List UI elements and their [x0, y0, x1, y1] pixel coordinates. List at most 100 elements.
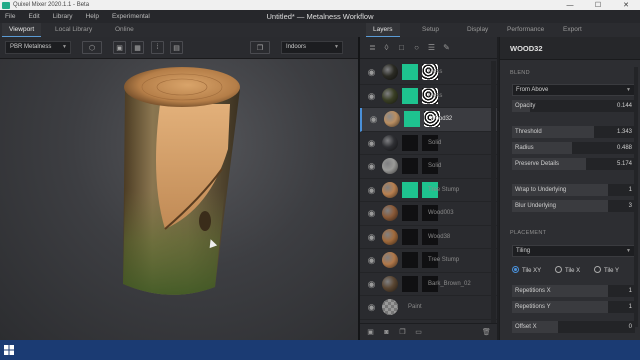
windows-start-icon[interactable]	[4, 345, 14, 355]
shape-icon[interactable]: □	[397, 43, 406, 52]
layers-scrollbar[interactable]	[491, 61, 496, 329]
environment-value: Indoors	[286, 44, 307, 50]
layer-mask-thumbnail[interactable]	[402, 205, 418, 221]
layer-row[interactable]: ◉ Wood38	[360, 226, 497, 249]
menu-library[interactable]: Library	[48, 13, 81, 20]
property-slider[interactable]: Wrap to Underlying 1	[512, 184, 635, 196]
property-slider[interactable]: Radius 0.488	[512, 142, 635, 154]
layer-mask-thumbnail[interactable]	[402, 252, 418, 268]
property-value[interactable]: 5.174	[617, 158, 632, 170]
folder-icon[interactable]: ▭	[414, 328, 423, 337]
grid-button[interactable]: ▦	[131, 41, 144, 54]
property-value[interactable]: 0.144	[617, 100, 632, 112]
eye-icon[interactable]: ◉	[366, 302, 377, 313]
cube-view-button[interactable]: ⬡	[82, 41, 102, 54]
tab-performance[interactable]: Performance	[500, 23, 551, 37]
tile-x-label: Tile X	[565, 268, 581, 274]
eye-icon[interactable]: ◉	[366, 161, 377, 172]
list-icon[interactable]: ☰	[427, 43, 436, 52]
property-value[interactable]: 1	[629, 184, 632, 196]
layer-row[interactable]: ◉ Wood003	[360, 202, 497, 226]
layer-row[interactable]: ◉ Wood32	[360, 108, 497, 132]
layer-row[interactable]: ◉ Tree Stump	[360, 179, 497, 202]
eye-icon[interactable]: ◉	[366, 255, 377, 266]
tab-export[interactable]: Export	[556, 23, 589, 37]
placement-mode-dropdown[interactable]: Tiling ▼	[512, 245, 635, 257]
layer-row[interactable]: ◉ Moss	[360, 61, 497, 85]
add-mask-icon[interactable]: ◙	[382, 328, 391, 337]
eye-icon[interactable]: ◉	[366, 208, 377, 219]
layer-row[interactable]: ◉ Paint	[360, 296, 497, 320]
minimize-button[interactable]: —	[556, 2, 584, 9]
render-mode-dropdown[interactable]: PBR Metalness ▼	[5, 41, 71, 54]
property-value[interactable]: 0	[629, 321, 632, 333]
tile-x-radio[interactable]: Tile X	[555, 266, 580, 274]
property-slider[interactable]: Threshold 1.343	[512, 126, 635, 138]
circle-icon[interactable]: ○	[412, 43, 421, 52]
property-slider[interactable]: Repetitions X 1	[512, 285, 635, 297]
drop-icon[interactable]: ◊	[382, 43, 391, 52]
property-slider[interactable]: Preserve Details 5.174	[512, 158, 635, 170]
menu-bar: File Edit Library Help Experimental Unti…	[0, 10, 640, 23]
tab-local-library[interactable]: Local Library	[48, 23, 99, 37]
eye-icon[interactable]: ◉	[366, 91, 377, 102]
layer-mask-thumbnail[interactable]	[402, 134, 418, 151]
eye-icon[interactable]: ◉	[366, 185, 377, 196]
brush-icon[interactable]: ✎	[442, 43, 451, 52]
property-value[interactable]: 1	[629, 301, 632, 313]
property-slider[interactable]: Opacity 0.144	[512, 100, 635, 112]
blend-mode-dropdown[interactable]: From Above ▼	[512, 84, 635, 96]
viewport-toolbar: PBR Metalness ▼ ⬡ ▣ ▦ ⁞ ▤ ❐ Indoors ▼	[0, 37, 358, 59]
layer-row[interactable]: ◉ Solid	[360, 155, 497, 179]
tab-setup[interactable]: Setup	[415, 23, 446, 37]
layout-button[interactable]: ❐	[250, 41, 270, 54]
eye-icon[interactable]: ◉	[366, 279, 377, 290]
property-slider[interactable]: Blur Underlying 3	[512, 200, 635, 212]
eye-icon[interactable]: ◉	[366, 232, 377, 243]
menu-file[interactable]: File	[0, 13, 23, 20]
layers-stack-icon[interactable]: ≣	[368, 43, 377, 52]
tab-layers[interactable]: Layers	[366, 23, 400, 37]
grid-2-button[interactable]: ⁞	[151, 41, 164, 54]
menu-help[interactable]: Help	[81, 13, 107, 20]
layer-mask-thumbnail[interactable]	[402, 87, 418, 104]
layer-row[interactable]: ◉ Tree Stump	[360, 249, 497, 273]
layer-row[interactable]: ◉ Bark_Brown_02	[360, 273, 497, 296]
grid-3-button[interactable]: ▤	[170, 41, 183, 54]
layer-mask-thumbnail[interactable]	[402, 181, 418, 198]
property-value[interactable]: 3	[629, 200, 632, 212]
close-button[interactable]: ✕	[612, 1, 640, 9]
layer-name: Moss	[428, 92, 443, 99]
property-value[interactable]: 1.343	[617, 126, 632, 138]
layer-mask-thumbnail[interactable]	[404, 111, 420, 127]
layer-row[interactable]: ◉ Moss	[360, 85, 497, 108]
property-label: Blur Underlying	[515, 203, 557, 209]
properties-scrollbar[interactable]	[634, 67, 638, 327]
eye-icon[interactable]: ◉	[368, 114, 379, 125]
environment-dropdown[interactable]: Indoors ▼	[281, 41, 343, 54]
layer-mask-thumbnail[interactable]	[402, 275, 418, 292]
tab-display[interactable]: Display	[460, 23, 495, 37]
menu-edit[interactable]: Edit	[23, 13, 47, 20]
eye-icon[interactable]: ◉	[366, 67, 377, 78]
tab-online[interactable]: Online	[108, 23, 141, 37]
image-button[interactable]: ▣	[113, 41, 126, 54]
viewport-3d[interactable]	[0, 59, 358, 340]
layer-mask-thumbnail[interactable]	[402, 228, 418, 245]
layer-mask-thumbnail[interactable]	[402, 158, 418, 174]
menu-experimental[interactable]: Experimental	[107, 13, 158, 20]
trash-icon[interactable]: 🗑	[482, 328, 491, 337]
tab-viewport[interactable]: Viewport	[2, 23, 42, 37]
layer-mask-thumbnail[interactable]	[402, 64, 418, 80]
maximize-button[interactable]: ☐	[584, 1, 612, 9]
layer-row[interactable]: ◉ Solid	[360, 132, 497, 155]
property-slider[interactable]: Repetitions Y 1	[512, 301, 635, 313]
tile-xy-radio[interactable]: Tile XY	[512, 266, 541, 274]
property-value[interactable]: 1	[629, 285, 632, 297]
add-layer-icon[interactable]: ▣	[366, 328, 375, 337]
eye-icon[interactable]: ◉	[366, 138, 377, 149]
duplicate-icon[interactable]: ❐	[398, 328, 407, 337]
property-value[interactable]: 0.488	[617, 142, 632, 154]
tile-y-radio[interactable]: Tile Y	[594, 266, 619, 274]
property-slider[interactable]: Offset X 0	[512, 321, 635, 333]
